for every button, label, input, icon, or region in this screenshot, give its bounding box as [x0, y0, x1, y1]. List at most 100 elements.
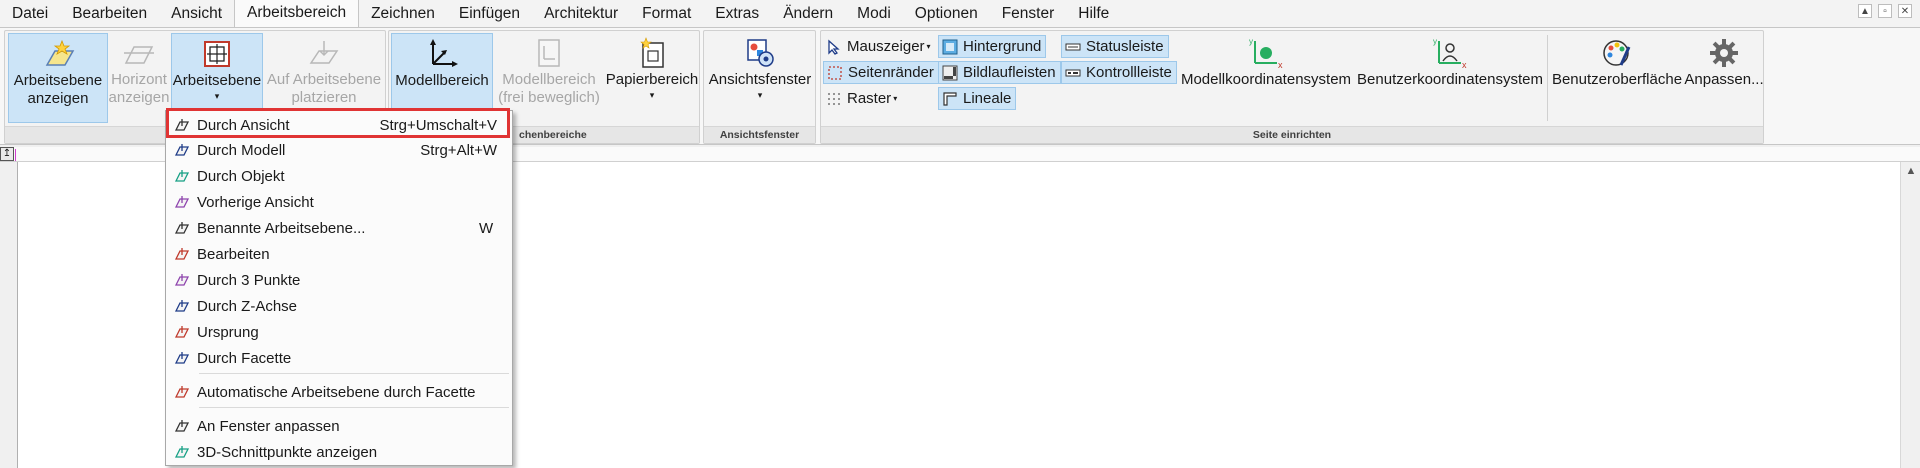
window-controls: ▲ ▫ ✕: [1858, 4, 1912, 18]
named-plane-icon: [167, 217, 197, 239]
previous-view-icon: [167, 191, 197, 213]
statusleiste-button[interactable]: Statusleiste: [1061, 35, 1169, 58]
papierbereich-button[interactable]: Papierbereich ▾: [605, 33, 699, 123]
benutzeroberflaeche-button[interactable]: Benutzeroberfläche: [1550, 33, 1684, 123]
cursor-icon: [825, 38, 843, 56]
lineale-label: Lineale: [963, 90, 1012, 107]
object-plane-icon: [167, 165, 197, 187]
arbeitsebene-anzeigen-label-1: Arbeitsebene: [13, 72, 103, 89]
page-margins-icon: [826, 64, 844, 82]
dropdown-item[interactable]: Durch Objekt: [167, 164, 511, 188]
menu-extras[interactable]: Extras: [703, 0, 771, 28]
dropdown-item[interactable]: Benannte Arbeitsebene... W: [167, 216, 511, 240]
place-on-plane-icon: [305, 36, 343, 70]
dropdown-item[interactable]: Durch Facette: [167, 346, 511, 370]
model-plane-icon: [167, 139, 197, 161]
group-label-ansichtsfenster: Ansichtsfenster: [704, 126, 815, 143]
facet-icon: [167, 347, 197, 369]
horizont-label-2: anzeigen: [108, 89, 170, 106]
ruler-marker-tick: [15, 149, 16, 161]
menu-format[interactable]: Format: [630, 0, 703, 28]
raster-button[interactable]: Raster ▾: [823, 87, 901, 110]
ansichtsfenster-chevron-down-icon: ▾: [757, 90, 763, 100]
svg-text:x: x: [1462, 60, 1467, 69]
dropdown-item-label: Durch Facette: [197, 349, 292, 367]
ribbon-group-seite-einrichten: Mauszeiger ▾ Seitenränder Raster ▾ Hinterg…: [820, 30, 1764, 144]
modellkoordinatensystem-button[interactable]: x y Modellkoordinatensystem: [1177, 33, 1355, 123]
dropdown-item-shortcut: W: [479, 219, 494, 237]
dropdown-item[interactable]: Durch 3 Punkte: [167, 268, 511, 292]
dropdown-item-label: Durch Objekt: [197, 167, 285, 185]
dropdown-item[interactable]: Ursprung: [167, 320, 511, 344]
dropdown-item[interactable]: Bearbeiten: [167, 242, 511, 266]
origin-icon: [167, 321, 197, 343]
menu-ansicht[interactable]: Ansicht: [159, 0, 234, 28]
seitenraender-label: Seitenränder: [848, 64, 934, 81]
menu-arbeitsbereich[interactable]: Arbeitsbereich: [234, 0, 360, 28]
ribbon-group-ansichtsfenster: Ansichtsfenster ▾ Ansichtsfenster: [703, 30, 816, 144]
show-workplane-icon: [39, 37, 77, 71]
restore-icon[interactable]: ▫: [1878, 4, 1892, 18]
dropdown-item[interactable]: Durch Ansicht Strg+Umschalt+V: [167, 113, 511, 137]
menu-optionen[interactable]: Optionen: [903, 0, 990, 28]
dropdown-item[interactable]: 3D-Schnittpunkte anzeigen: [167, 440, 511, 464]
grid-icon: [825, 90, 843, 108]
menu-fenster[interactable]: Fenster: [990, 0, 1067, 28]
group-label-seite-einrichten: Seite einrichten: [821, 126, 1763, 143]
svg-text:y: y: [1433, 37, 1437, 46]
seitenraender-button[interactable]: Seitenränder: [823, 61, 939, 84]
svg-text:x: x: [1278, 60, 1283, 69]
ruler-origin-icon[interactable]: ↥: [0, 147, 14, 161]
raster-label: Raster: [847, 90, 892, 107]
statusbar-icon: [1064, 38, 1082, 56]
ansichtsfenster-button[interactable]: Ansichtsfenster ▾: [706, 33, 814, 123]
menu-architektur[interactable]: Architektur: [532, 0, 630, 28]
menu-datei[interactable]: Datei: [0, 0, 60, 28]
dropdown-item-label: 3D-Schnittpunkte anzeigen: [197, 443, 378, 461]
control-bar-icon: [1064, 64, 1082, 82]
modellkoordinatensystem-label: Modellkoordinatensystem: [1180, 71, 1352, 88]
hintergrund-button[interactable]: Hintergrund: [938, 35, 1047, 58]
menu-hilfe[interactable]: Hilfe: [1066, 0, 1121, 28]
collapse-ribbon-icon[interactable]: ▲: [1858, 4, 1872, 18]
menu-bearbeiten[interactable]: Bearbeiten: [60, 0, 159, 28]
kontrollleiste-button[interactable]: Kontrollleiste: [1061, 61, 1177, 84]
dropdown-item-shortcut: Strg+Umschalt+V: [379, 116, 497, 134]
palette-icon: [1598, 36, 1636, 70]
dropdown-item-label: Bearbeiten: [197, 245, 270, 263]
arbeitsebene-anzeigen-button[interactable]: Arbeitsebene anzeigen: [8, 33, 108, 123]
floating-model-space-icon: [530, 36, 568, 70]
intersections-3d-icon: [167, 441, 197, 463]
benutzerkoordinatensystem-label: Benutzerkoordinatensystem: [1357, 71, 1543, 88]
horizont-anzeigen-button[interactable]: Horizont anzeigen: [108, 33, 170, 123]
menu-bar: Datei Bearbeiten Ansicht Arbeitsbereich …: [0, 0, 1920, 28]
dropdown-item[interactable]: Durch Z-Achse: [167, 294, 511, 318]
scroll-up-icon[interactable]: ▲: [1901, 162, 1920, 180]
vertical-scrollbar[interactable]: ▲: [1900, 162, 1920, 468]
close-icon[interactable]: ✕: [1898, 4, 1912, 18]
menu-zeichnen[interactable]: Zeichnen: [359, 0, 447, 28]
kontrollleiste-label: Kontrollleiste: [1086, 64, 1172, 81]
bildlaufleisten-button[interactable]: Bildlaufleisten: [938, 61, 1061, 84]
lineale-button[interactable]: Lineale: [938, 87, 1017, 110]
view-plane-icon: [167, 114, 197, 136]
dropdown-separator: [199, 373, 509, 374]
auf-arbeitsebene-label-2: platzieren: [291, 89, 357, 106]
mauszeiger-button[interactable]: Mauszeiger ▾: [823, 35, 935, 58]
menu-einfuegen[interactable]: Einfügen: [447, 0, 532, 28]
dropdown-item[interactable]: Automatische Arbeitsebene durch Facette: [167, 380, 511, 404]
dropdown-item[interactable]: Durch Modell Strg+Alt+W: [167, 138, 511, 162]
svg-text:y: y: [1249, 37, 1253, 46]
menu-aendern[interactable]: Ändern: [771, 0, 845, 28]
anpassen-button[interactable]: Anpassen...: [1684, 33, 1764, 123]
dropdown-item[interactable]: Vorherige Ansicht: [167, 190, 511, 214]
menu-modi[interactable]: Modi: [845, 0, 903, 28]
benutzerkoordinatensystem-button[interactable]: x y Benutzerkoordinatensystem: [1357, 33, 1543, 123]
dropdown-item-label: Automatische Arbeitsebene durch Facette: [197, 383, 476, 401]
dropdown-item[interactable]: An Fenster anpassen: [167, 414, 511, 438]
bildlaufleisten-label: Bildlaufleisten: [963, 64, 1056, 81]
modellbereich-label: Modellbereich: [395, 72, 489, 89]
horizon-icon: [120, 36, 158, 70]
arbeitsebene-anzeigen-label-2: anzeigen: [27, 90, 89, 107]
statusleiste-label: Statusleiste: [1086, 38, 1164, 55]
